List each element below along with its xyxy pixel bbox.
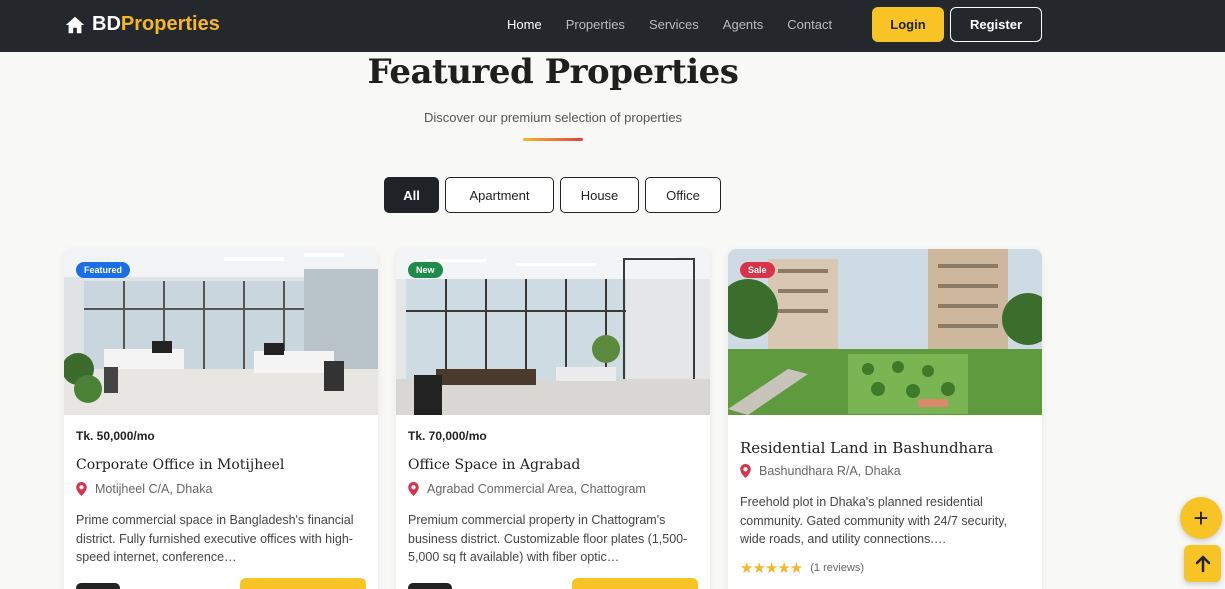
- review-count: (1 reviews): [810, 562, 865, 574]
- property-location: Bashundhara R/A, Dhaka: [740, 464, 901, 478]
- property-location-text: Agrabad Commercial Area, Chattogram: [427, 482, 646, 496]
- location-pin-icon: [76, 482, 87, 496]
- nav-link-contact[interactable]: Contact: [787, 17, 832, 32]
- property-rating: ★★★★★ (1 reviews): [740, 559, 864, 577]
- navbar: BD Properties Home Properties Services Ag…: [0, 0, 1225, 52]
- badge-sale: Sale: [740, 262, 775, 278]
- arrow-up-icon: [1195, 555, 1210, 572]
- property-price: Tk. 70,000/mo: [408, 429, 487, 443]
- property-location-text: Motijheel C/A, Dhaka: [95, 482, 213, 496]
- property-description: Prime commercial space in Bangladesh's f…: [76, 513, 354, 564]
- badge-featured: Featured: [76, 262, 131, 278]
- property-location: Motijheel C/A, Dhaka: [76, 482, 212, 496]
- property-card[interactable]: New Tk. 70,000/mo Office Space in Agraba…: [396, 249, 710, 589]
- property-card[interactable]: Featured Tk. 50,000/mo Corporate Office …: [64, 249, 378, 589]
- brand-name-part1: BD: [92, 13, 121, 35]
- property-location: Agrabad Commercial Area, Chattogram: [408, 482, 646, 496]
- property-image[interactable]: Featured: [64, 249, 378, 415]
- add-property-button[interactable]: +: [1180, 497, 1222, 539]
- nav-link-agents[interactable]: Agents: [723, 17, 763, 32]
- plus-icon: +: [1193, 502, 1209, 533]
- filter-apartment[interactable]: Apartment: [445, 177, 554, 213]
- section-divider: [523, 138, 583, 141]
- property-price: Tk. 50,000/mo: [76, 429, 155, 443]
- filter-office[interactable]: Office: [645, 177, 721, 213]
- location-pin-icon: [740, 464, 751, 478]
- section-title: Featured Properties: [367, 52, 739, 92]
- view-details-button[interactable]: [572, 578, 698, 589]
- property-title[interactable]: Office Space in Agrabad: [408, 457, 580, 473]
- property-title[interactable]: Residential Land in Bashundhara: [740, 439, 993, 457]
- location-pin-icon: [408, 482, 419, 496]
- property-location-text: Bashundhara R/A, Dhaka: [759, 464, 901, 478]
- property-title[interactable]: Corporate Office in Motijheel: [76, 457, 284, 473]
- brand-logo[interactable]: BD Properties: [64, 13, 220, 36]
- view-details-button[interactable]: [240, 578, 366, 589]
- property-image[interactable]: New: [396, 249, 710, 415]
- card-tag: [76, 583, 120, 589]
- nav-link-properties[interactable]: Properties: [566, 17, 625, 32]
- nav-link-home[interactable]: Home: [507, 17, 542, 32]
- filter-all[interactable]: All: [384, 177, 439, 213]
- section-subtitle: Discover our premium selection of proper…: [424, 110, 682, 125]
- brand-name-part2: Properties: [120, 13, 220, 35]
- filter-bar: All Apartment House Office: [384, 177, 721, 213]
- home-icon: [65, 16, 85, 33]
- scroll-to-top-button[interactable]: [1184, 545, 1221, 582]
- filter-house[interactable]: House: [560, 177, 639, 213]
- property-description: Freehold plot in Dhaka's planned residen…: [740, 495, 1007, 546]
- badge-new: New: [408, 262, 443, 278]
- star-rating-icon: ★★★★★: [740, 560, 803, 577]
- property-description: Premium commercial property in Chattogra…: [408, 513, 688, 564]
- login-button[interactable]: Login: [872, 7, 944, 42]
- property-image[interactable]: Sale: [728, 249, 1042, 415]
- card-tag: [408, 583, 452, 589]
- nav-links: Home Properties Services Agents Contact: [507, 17, 832, 32]
- property-card[interactable]: Sale Residential Land in Bashundhara Bas…: [728, 249, 1042, 589]
- nav-link-services[interactable]: Services: [649, 17, 699, 32]
- register-button[interactable]: Register: [950, 7, 1042, 42]
